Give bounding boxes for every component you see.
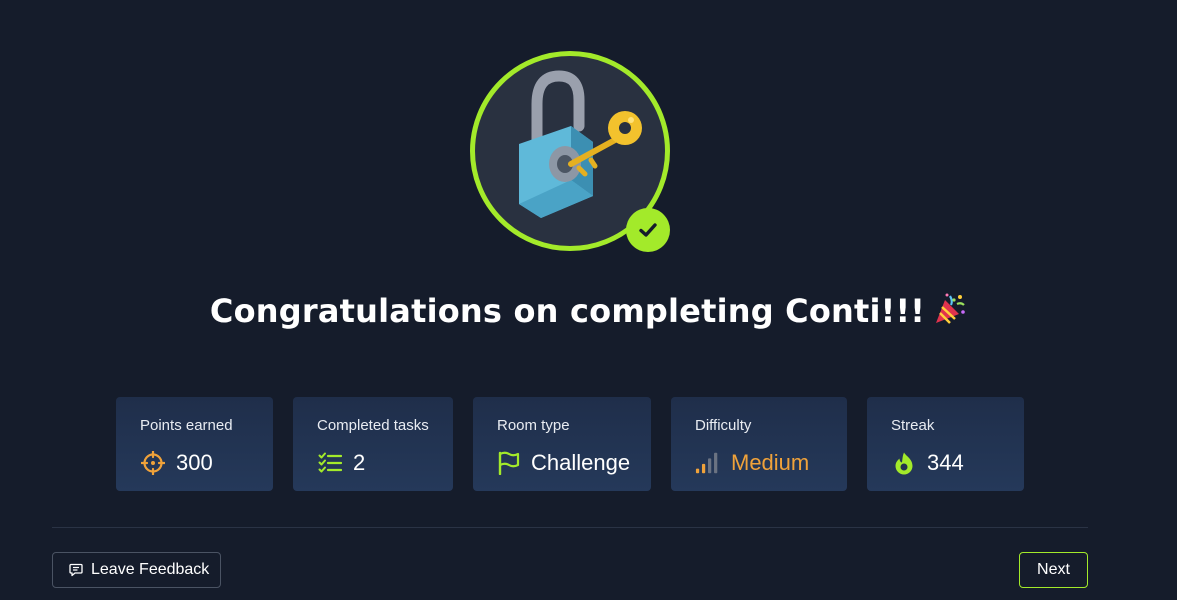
stat-label: Streak	[891, 417, 935, 434]
flag-icon	[497, 450, 521, 476]
stat-card-difficulty: Difficulty Medium	[671, 397, 847, 491]
checkmark-badge	[626, 208, 670, 252]
stat-card-points: Points earned 300	[116, 397, 273, 491]
stat-card-tasks: Completed tasks 2	[293, 397, 453, 491]
next-button[interactable]: Next	[1019, 552, 1088, 588]
flame-icon	[891, 450, 917, 476]
leave-feedback-label: Leave Feedback	[91, 561, 210, 578]
leave-feedback-button[interactable]: Leave Feedback	[52, 552, 221, 588]
next-label: Next	[1037, 561, 1070, 578]
party-popper-icon	[933, 292, 967, 334]
completion-title: Congratulations on completing Conti!!!	[0, 292, 1177, 334]
stat-label: Room type	[497, 417, 570, 434]
checklist-icon	[317, 450, 343, 476]
stat-value: Challenge	[531, 450, 631, 475]
stat-label: Difficulty	[695, 417, 752, 434]
stat-value: 2	[353, 450, 366, 475]
stat-label: Points earned	[140, 417, 233, 434]
stat-label: Completed tasks	[317, 417, 429, 434]
stat-card-streak: Streak 344	[867, 397, 1024, 491]
message-icon	[69, 563, 83, 577]
signal-bars-icon	[695, 450, 721, 476]
stat-value: 344	[927, 450, 964, 475]
stat-value: 300	[176, 450, 213, 475]
stat-value: Medium	[731, 450, 810, 475]
crosshair-target-icon	[140, 450, 166, 476]
footer-divider	[52, 527, 1088, 528]
checkmark-icon	[639, 223, 657, 237]
stat-card-room-type: Room type Challenge	[473, 397, 651, 491]
completion-title-text: Congratulations on completing Conti!!!	[209, 292, 926, 330]
